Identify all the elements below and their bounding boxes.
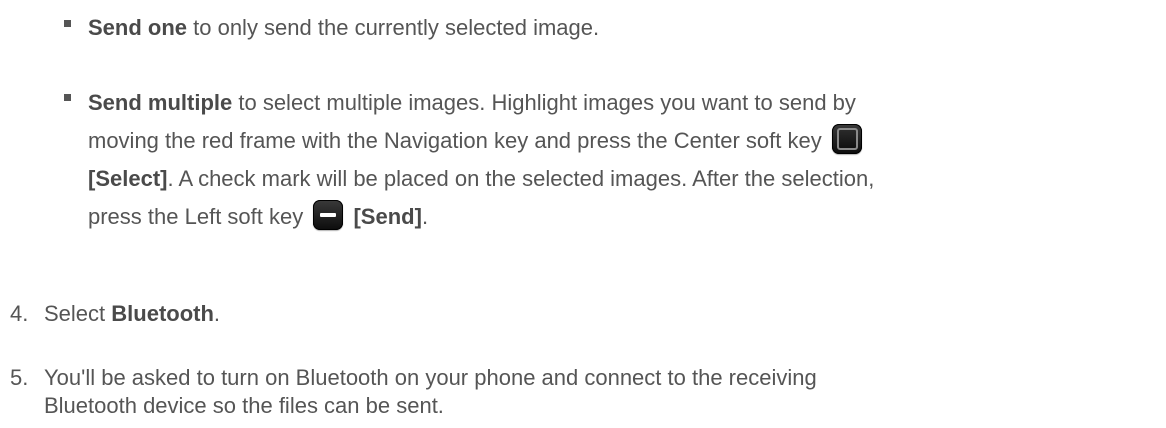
step-5: 5. You'll be asked to turn on Bluetooth … (10, 364, 1150, 420)
bullet-end: . (421, 204, 429, 229)
step-line2: Bluetooth device so the files can be sen… (44, 393, 444, 418)
step-4: 4. Select Bluetooth. (10, 300, 1150, 328)
bullet-text: Send one to only send the currently sele… (88, 10, 1158, 46)
step-text: Select Bluetooth. (44, 300, 1150, 328)
bullet-send-one: Send one to only send the currently sele… (64, 10, 1158, 46)
bullet-body-line4: press the Left soft key (88, 204, 304, 229)
bold-term: Send one (88, 15, 188, 40)
document-page: Send one to only send the currently sele… (0, 0, 1166, 428)
bullet-square-icon (64, 94, 71, 101)
step-pre: Select (44, 301, 112, 326)
bullet-send-multiple: Send multiple to select multiple images.… (64, 84, 1158, 236)
step-text: You'll be asked to turn on Bluetooth on … (44, 364, 1150, 420)
center-soft-key-icon (831, 124, 862, 154)
bullet-text: Send multiple to select multiple images.… (88, 84, 1158, 236)
select-label: [Select] (88, 166, 168, 191)
step-post: . (213, 301, 221, 326)
send-label: [Send] (353, 204, 422, 229)
bullet-body-line2: moving the red frame with the Navigation… (88, 128, 822, 153)
bold-term: Bluetooth (111, 301, 214, 326)
step-number: 4. (10, 301, 29, 326)
bullet-body-line3: . A check mark will be placed on the sel… (167, 166, 875, 191)
bullet-body: to only send the currently selected imag… (187, 15, 600, 40)
step-line1: You'll be asked to turn on Bluetooth on … (44, 365, 817, 390)
bullet-square-icon (64, 20, 71, 27)
bold-term: Send multiple (88, 90, 233, 115)
bullet-body-line1: to select multiple images. Highlight ima… (232, 90, 856, 115)
left-soft-key-icon (313, 200, 344, 230)
step-number: 5. (10, 365, 29, 390)
